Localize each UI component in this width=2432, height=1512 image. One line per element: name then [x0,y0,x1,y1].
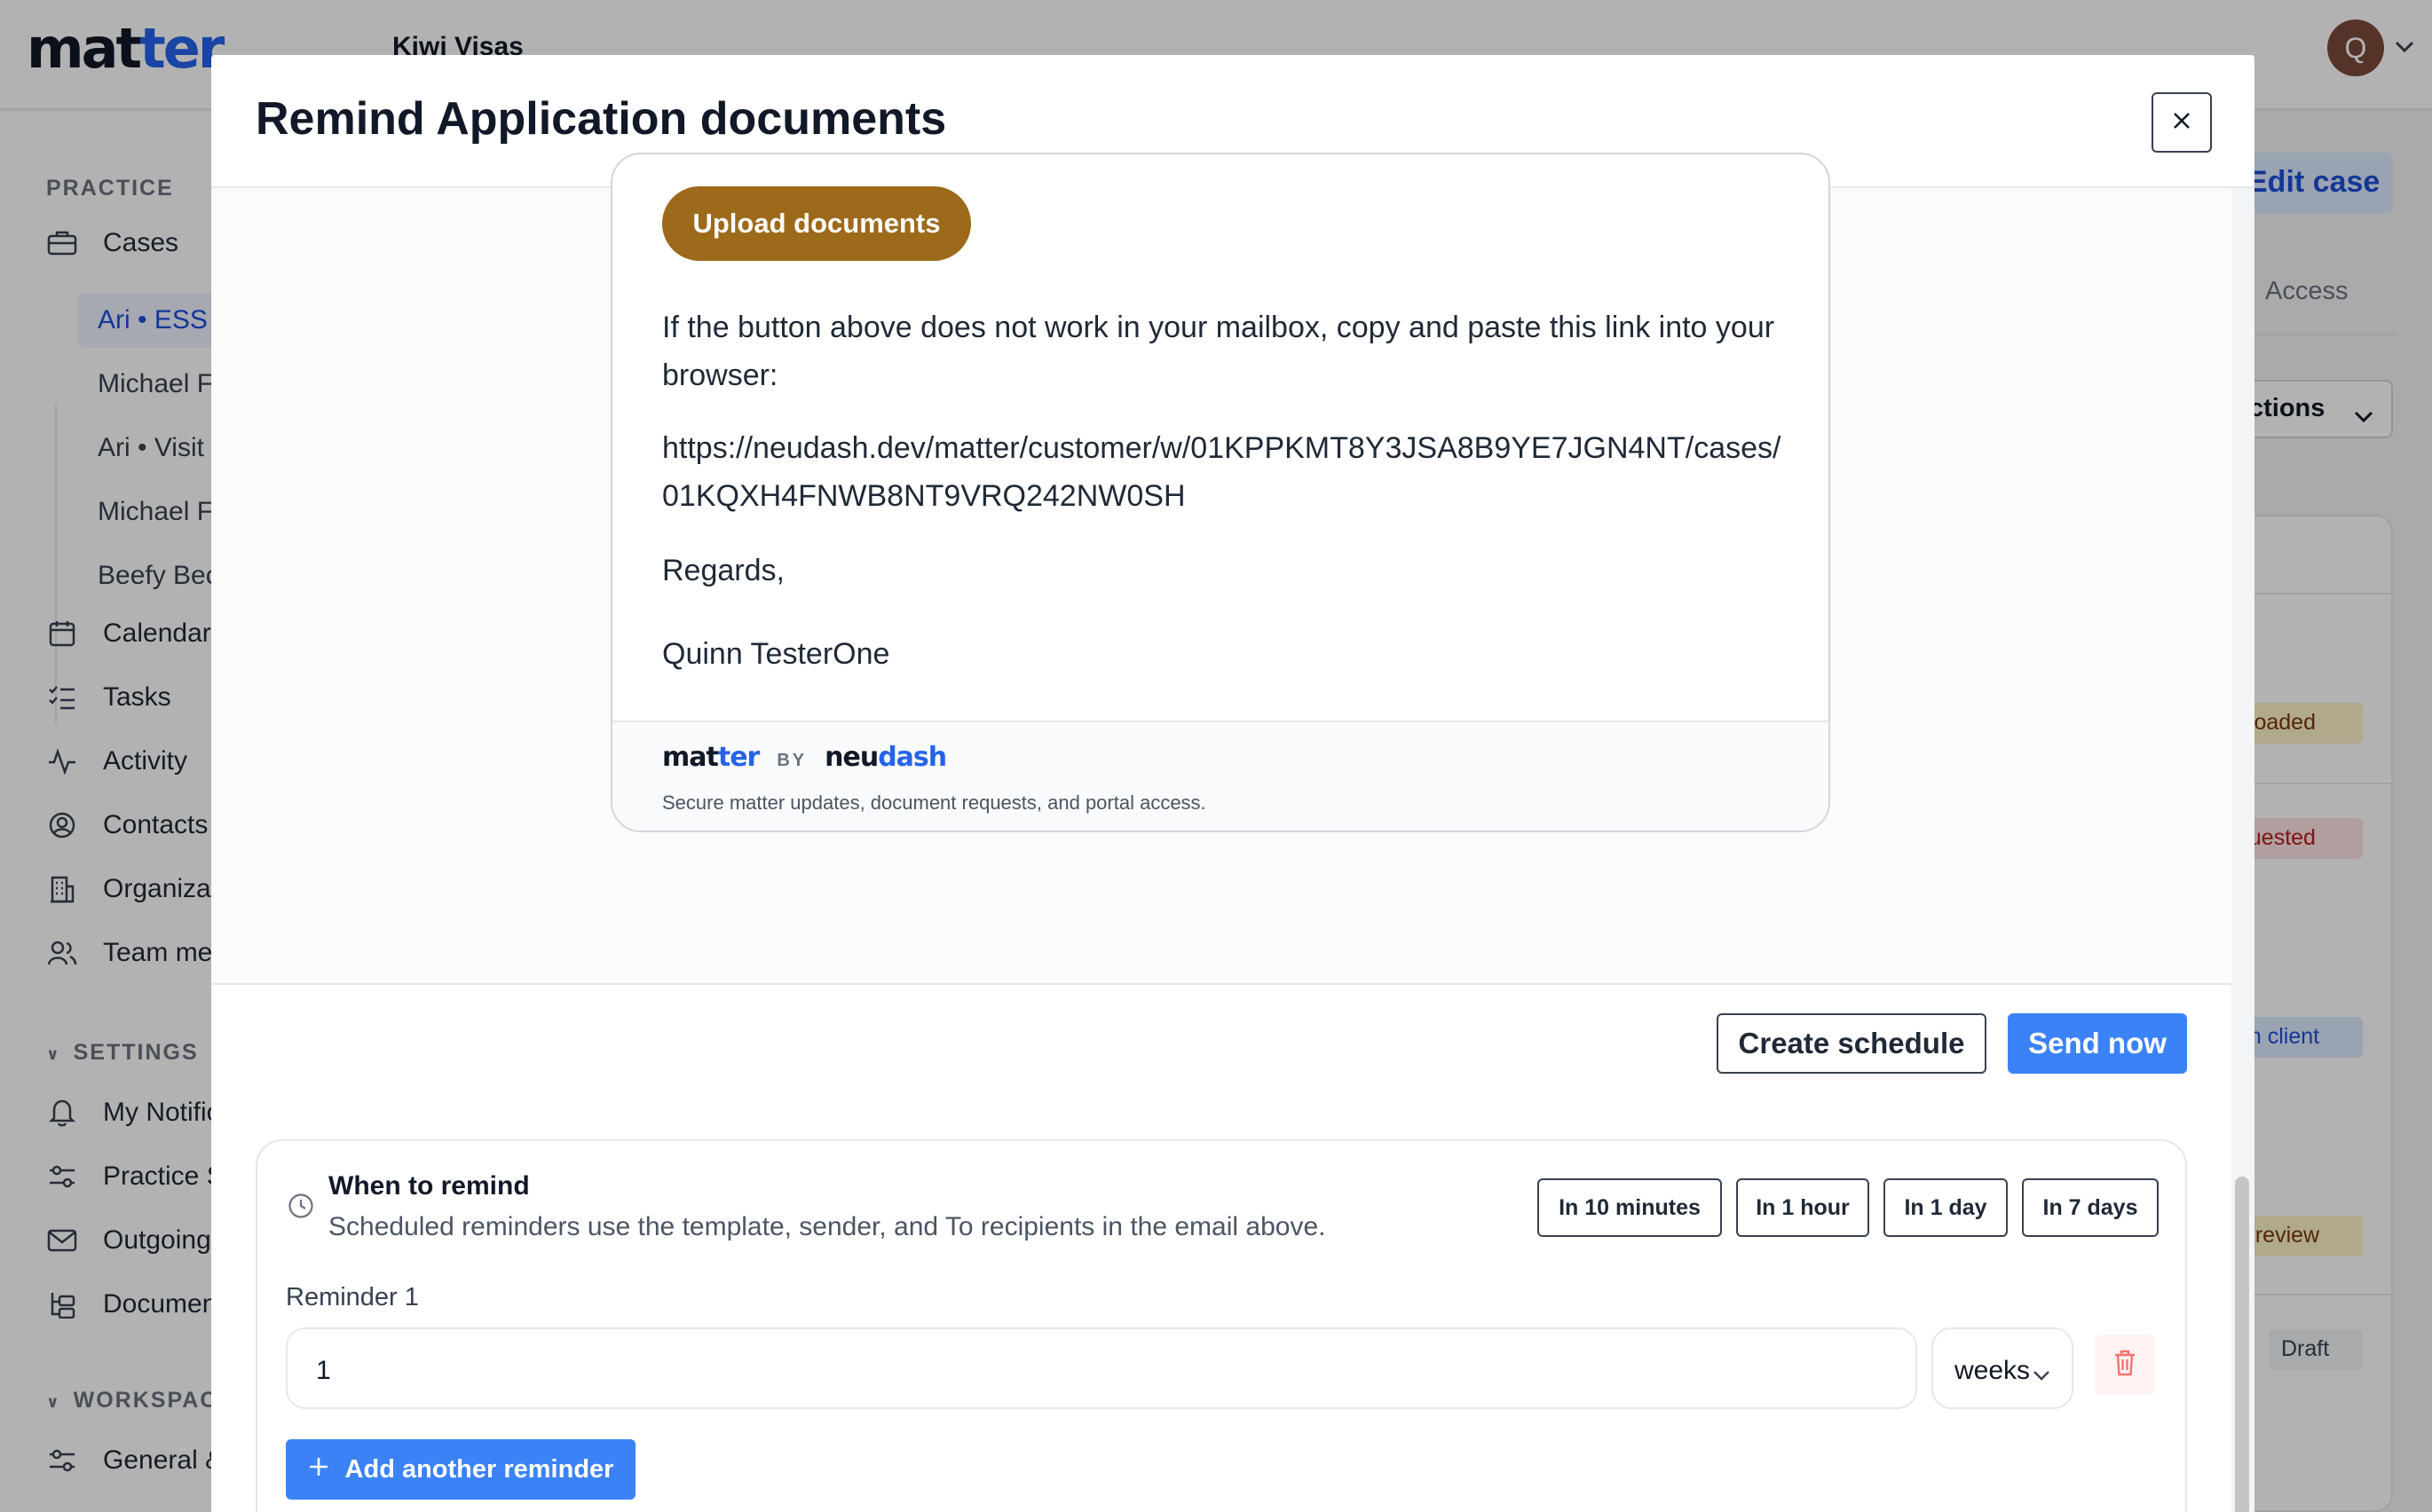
close-icon [2172,111,2191,135]
add-another-reminder-button[interactable]: Add another reminder [286,1439,636,1500]
brand-by: BY [777,751,808,770]
close-button[interactable] [2152,92,2212,153]
remind-modal: Remind Application documents Upload docu… [211,55,2254,1512]
add-reminder-label: Add another reminder [344,1454,614,1484]
chevron-down-icon [2033,1358,2050,1388]
email-preview-area: Upload documents If the button above doe… [211,153,2231,985]
email-brand: matter BY neudash [662,742,947,773]
reminder-amount-input[interactable]: 1 [286,1327,1917,1409]
email-footer-description: Secure matter updates, document requests… [662,791,1206,814]
reminder-schedule-card: When to remind Scheduled reminders use t… [256,1139,2187,1512]
email-link[interactable]: https://neudash.dev/matter/customer/w/01… [662,424,1798,520]
clock-icon [288,1193,314,1224]
email-regards: Regards, [662,554,785,587]
unit-value: weeks [1954,1356,2031,1385]
matter-logo: matter [662,742,760,773]
reminder-unit-select[interactable]: weeks [1931,1327,2073,1409]
quick-in-7-days-button[interactable]: In 7 days [2022,1178,2159,1237]
email-fallback-text: If the button above does not work in you… [662,311,1775,392]
quick-in-1-day-button[interactable]: In 1 day [1883,1178,2008,1237]
reminder-subtitle: Scheduled reminders use the template, se… [328,1212,1326,1241]
email-link-line: https://neudash.dev/matter/customer/w/01… [662,431,1781,465]
reminder-title: When to remind [328,1171,530,1201]
reminder-label: Reminder 1 [286,1283,419,1311]
modal-title: Remind Application documents [256,93,947,145]
trash-icon [2112,1349,2137,1382]
plus-icon [308,1455,329,1484]
send-now-button[interactable]: Send now [2008,1013,2187,1074]
email-footer: matter BY neudash Secure matter updates,… [612,721,1828,831]
neudash-logo: neudash [825,742,947,773]
quick-in-1-hour-button[interactable]: In 1 hour [1736,1178,1869,1237]
modal-actions: Create schedule Send now [211,985,2231,1136]
email-signature: Quinn TesterOne [662,637,890,671]
quick-in-10-minutes-button[interactable]: In 10 minutes [1537,1178,1722,1237]
delete-reminder-button[interactable] [2095,1335,2155,1395]
create-schedule-button[interactable]: Create schedule [1717,1013,1986,1074]
upload-documents-button[interactable]: Upload documents [662,186,971,261]
email-link-line: 01KQXH4FNWB8NT9VRQ242NW0SH [662,479,1186,513]
scrollbar-thumb[interactable] [2235,1177,2249,1512]
email-preview-card: Upload documents If the button above doe… [611,153,1830,832]
